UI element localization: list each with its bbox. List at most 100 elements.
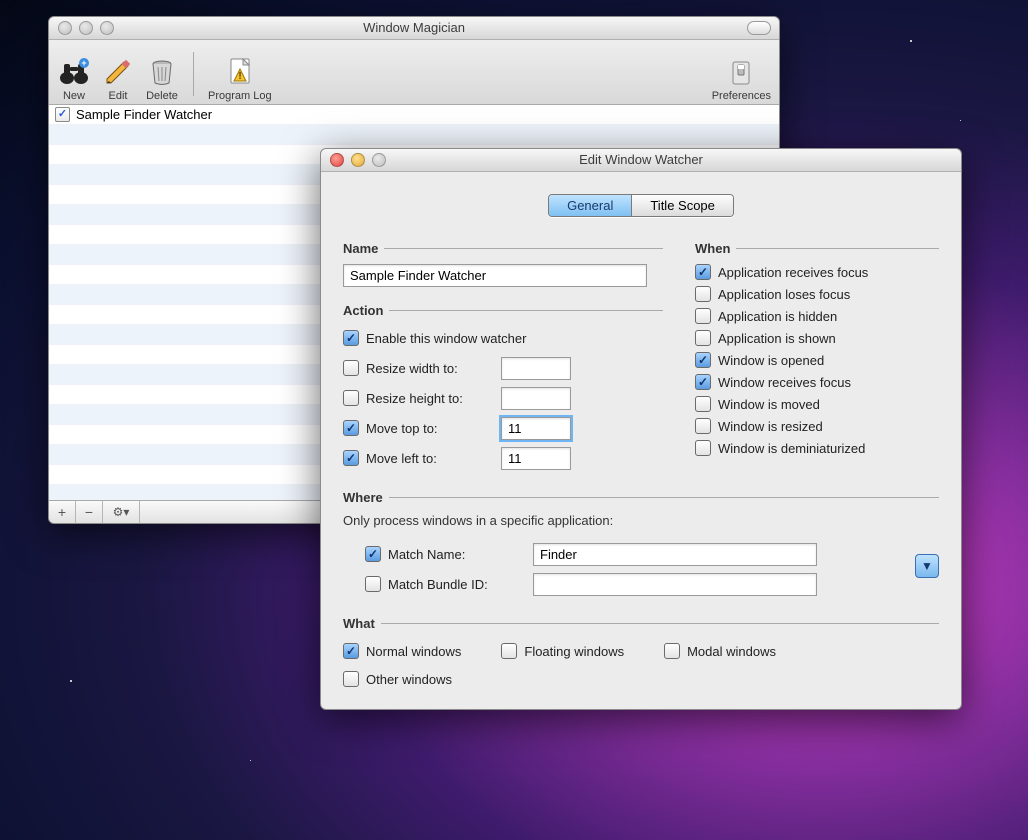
section-action: Action — [343, 303, 663, 318]
move-left-label: Move left to: — [366, 451, 437, 466]
when-checkbox-6[interactable]: Window is moved — [695, 396, 939, 412]
list-item[interactable]: Sample Finder Watcher — [49, 105, 779, 125]
svg-text:+: + — [81, 58, 86, 68]
move-top-field[interactable] — [501, 417, 571, 440]
when-label: Application is hidden — [718, 309, 837, 324]
star-decor — [910, 40, 912, 42]
match-name-label: Match Name: — [388, 547, 465, 562]
move-top-label: Move top to: — [366, 421, 438, 436]
edit-label: Edit — [109, 90, 128, 102]
tab-control: General Title Scope — [343, 194, 939, 217]
toolbar-separator — [193, 52, 194, 96]
when-label: Application receives focus — [718, 265, 868, 280]
edit-title: Edit Window Watcher — [321, 149, 961, 171]
checkbox-icon — [695, 418, 711, 434]
section-action-label: Action — [343, 303, 389, 318]
new-label: New — [63, 90, 85, 102]
when-checkbox-8[interactable]: Window is deminiaturized — [695, 440, 939, 456]
document-warning-icon: ! — [223, 55, 257, 89]
toolbar-toggle-pill[interactable] — [747, 21, 771, 35]
checkbox-icon — [695, 308, 711, 324]
when-checkbox-7[interactable]: Window is resized — [695, 418, 939, 434]
tab-title-scope[interactable]: Title Scope — [632, 195, 733, 216]
remove-button[interactable]: − — [76, 501, 103, 523]
floating-windows-label: Floating windows — [524, 644, 624, 659]
plus-icon: + — [58, 504, 66, 520]
enable-watcher-label: Enable this window watcher — [366, 331, 526, 346]
program-log-label: Program Log — [208, 90, 272, 102]
when-checkbox-1[interactable]: Application loses focus — [695, 286, 939, 302]
tab-general-label: General — [567, 198, 613, 213]
move-top-checkbox[interactable]: Move top to: — [343, 420, 493, 436]
section-what: What — [343, 616, 939, 631]
gear-icon: ⚙▾ — [113, 505, 130, 519]
resize-height-label: Resize height to: — [366, 391, 463, 406]
list-empty-row — [49, 125, 779, 145]
match-bundle-checkbox[interactable]: Match Bundle ID: — [365, 576, 525, 592]
trash-icon — [145, 55, 179, 89]
when-checkbox-4[interactable]: Window is opened — [695, 352, 939, 368]
when-label: Application loses focus — [718, 287, 850, 302]
preferences-button[interactable]: Preferences — [712, 55, 771, 102]
minus-icon: − — [85, 504, 93, 520]
main-titlebar[interactable]: Window Magician — [49, 17, 779, 40]
section-what-label: What — [343, 616, 381, 631]
delete-button[interactable]: Delete — [145, 55, 179, 102]
edit-window: Edit Window Watcher General Title Scope … — [320, 148, 962, 710]
when-checkbox-5[interactable]: Window receives focus — [695, 374, 939, 390]
when-label: Window receives focus — [718, 375, 851, 390]
action-menu-button[interactable]: ⚙▾ — [103, 501, 140, 523]
checkbox-icon — [695, 286, 711, 302]
match-name-field[interactable] — [533, 543, 817, 566]
close-icon[interactable] — [330, 153, 344, 167]
tab-general[interactable]: General — [549, 195, 632, 216]
when-checkbox-0[interactable]: Application receives focus — [695, 264, 939, 280]
name-field[interactable] — [343, 264, 647, 287]
match-name-checkbox[interactable]: Match Name: — [365, 546, 525, 562]
program-log-button[interactable]: ! Program Log — [208, 55, 272, 102]
zoom-icon[interactable] — [372, 153, 386, 167]
resize-width-checkbox[interactable]: Resize width to: — [343, 360, 493, 376]
main-title: Window Magician — [49, 17, 779, 39]
floating-windows-checkbox[interactable]: Floating windows — [501, 643, 624, 659]
when-checkbox-3[interactable]: Application is shown — [695, 330, 939, 346]
move-left-field[interactable] — [501, 447, 571, 470]
normal-windows-label: Normal windows — [366, 644, 461, 659]
section-where-label: Where — [343, 490, 389, 505]
edit-titlebar[interactable]: Edit Window Watcher — [321, 149, 961, 172]
section-where: Where — [343, 490, 939, 505]
other-windows-checkbox[interactable]: Other windows — [343, 671, 452, 687]
pencil-icon — [101, 55, 135, 89]
match-bundle-label: Match Bundle ID: — [388, 577, 488, 592]
checkbox-icon — [695, 440, 711, 456]
resize-height-field[interactable] — [501, 387, 571, 410]
match-bundle-field[interactable] — [533, 573, 817, 596]
modal-windows-checkbox[interactable]: Modal windows — [664, 643, 776, 659]
normal-windows-checkbox[interactable]: Normal windows — [343, 643, 461, 659]
resize-height-checkbox[interactable]: Resize height to: — [343, 390, 493, 406]
section-when-label: When — [695, 241, 736, 256]
add-button[interactable]: + — [49, 501, 76, 523]
app-picker-button[interactable]: ▼ — [915, 554, 939, 578]
when-checkbox-2[interactable]: Application is hidden — [695, 308, 939, 324]
section-when: When — [695, 241, 939, 256]
when-label: Window is moved — [718, 397, 820, 412]
list-item-label: Sample Finder Watcher — [76, 107, 212, 122]
edit-button[interactable]: Edit — [101, 55, 135, 102]
checkbox-icon — [695, 264, 711, 280]
tab-title-scope-label: Title Scope — [650, 198, 715, 213]
minimize-icon[interactable] — [79, 21, 93, 35]
when-label: Application is shown — [718, 331, 836, 346]
enable-watcher-checkbox[interactable]: Enable this window watcher — [343, 330, 526, 346]
resize-width-field[interactable] — [501, 357, 571, 380]
checkbox-icon[interactable] — [55, 107, 70, 122]
checkbox-icon — [695, 352, 711, 368]
close-icon[interactable] — [58, 21, 72, 35]
zoom-icon[interactable] — [100, 21, 114, 35]
when-label: Window is deminiaturized — [718, 441, 865, 456]
move-left-checkbox[interactable]: Move left to: — [343, 450, 493, 466]
section-name-label: Name — [343, 241, 384, 256]
new-button[interactable]: + New — [57, 55, 91, 102]
when-label: Window is resized — [718, 419, 823, 434]
minimize-icon[interactable] — [351, 153, 365, 167]
